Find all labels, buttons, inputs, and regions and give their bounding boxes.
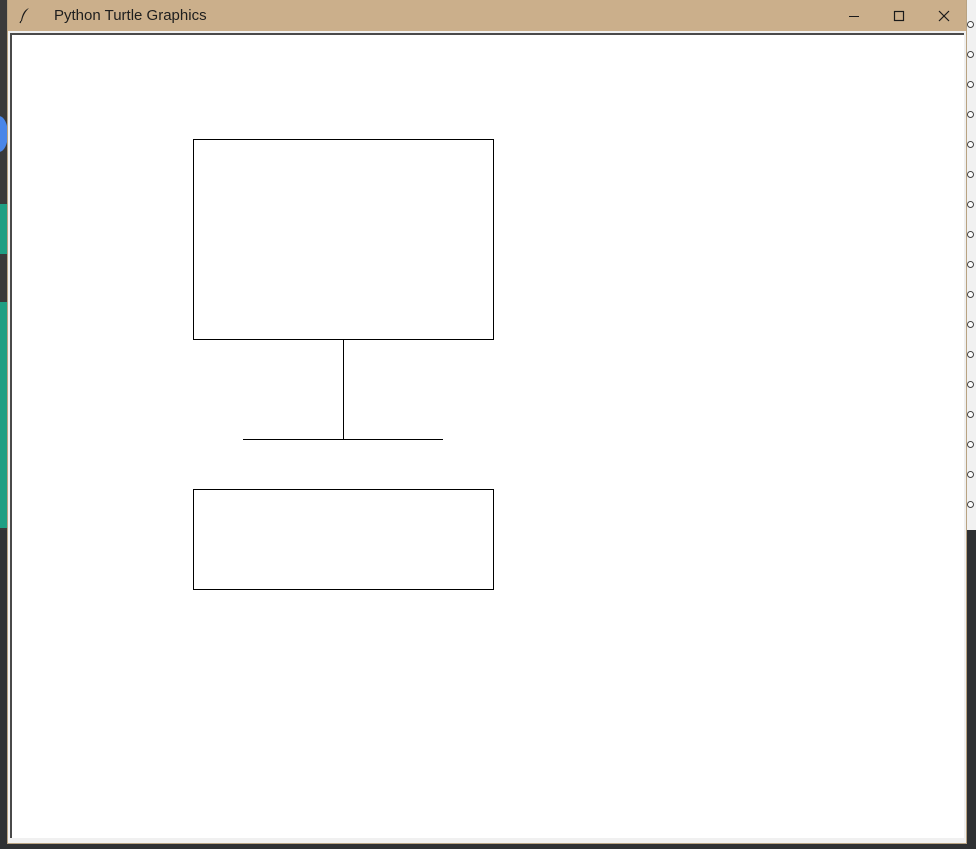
upper-rectangle bbox=[193, 139, 494, 340]
background-ring bbox=[967, 81, 974, 88]
background-ring bbox=[967, 351, 974, 358]
background-ring bbox=[967, 441, 974, 448]
background-ring bbox=[967, 231, 974, 238]
background-ring bbox=[967, 501, 974, 508]
background-app-fragment bbox=[0, 302, 8, 528]
turtle-canvas[interactable] bbox=[10, 33, 964, 838]
background-ring bbox=[967, 21, 974, 28]
background-ring bbox=[967, 171, 974, 178]
background-ring bbox=[967, 291, 974, 298]
background-ring bbox=[967, 141, 974, 148]
background-app-fragment bbox=[0, 116, 8, 152]
close-icon bbox=[938, 10, 950, 22]
maximize-button[interactable] bbox=[876, 0, 922, 31]
title-bar[interactable]: Python Turtle Graphics bbox=[8, 0, 966, 31]
drawing-surface bbox=[193, 139, 494, 590]
window-title: Python Turtle Graphics bbox=[54, 7, 207, 24]
background-ring bbox=[967, 321, 974, 328]
maximize-icon bbox=[893, 10, 905, 22]
close-button[interactable] bbox=[921, 0, 967, 31]
turtle-window: Python Turtle Graphics bbox=[8, 0, 966, 843]
feather-icon bbox=[16, 6, 34, 24]
background-ring bbox=[967, 381, 974, 388]
background-ring bbox=[967, 411, 974, 418]
minimize-button[interactable] bbox=[831, 0, 877, 31]
background-ring bbox=[967, 261, 974, 268]
lower-rectangle bbox=[193, 489, 494, 590]
background-ring bbox=[967, 111, 974, 118]
minimize-icon bbox=[848, 10, 860, 22]
background-ring bbox=[967, 201, 974, 208]
background-ring bbox=[967, 51, 974, 58]
background-app-fragment bbox=[0, 204, 8, 254]
background-ring bbox=[967, 471, 974, 478]
